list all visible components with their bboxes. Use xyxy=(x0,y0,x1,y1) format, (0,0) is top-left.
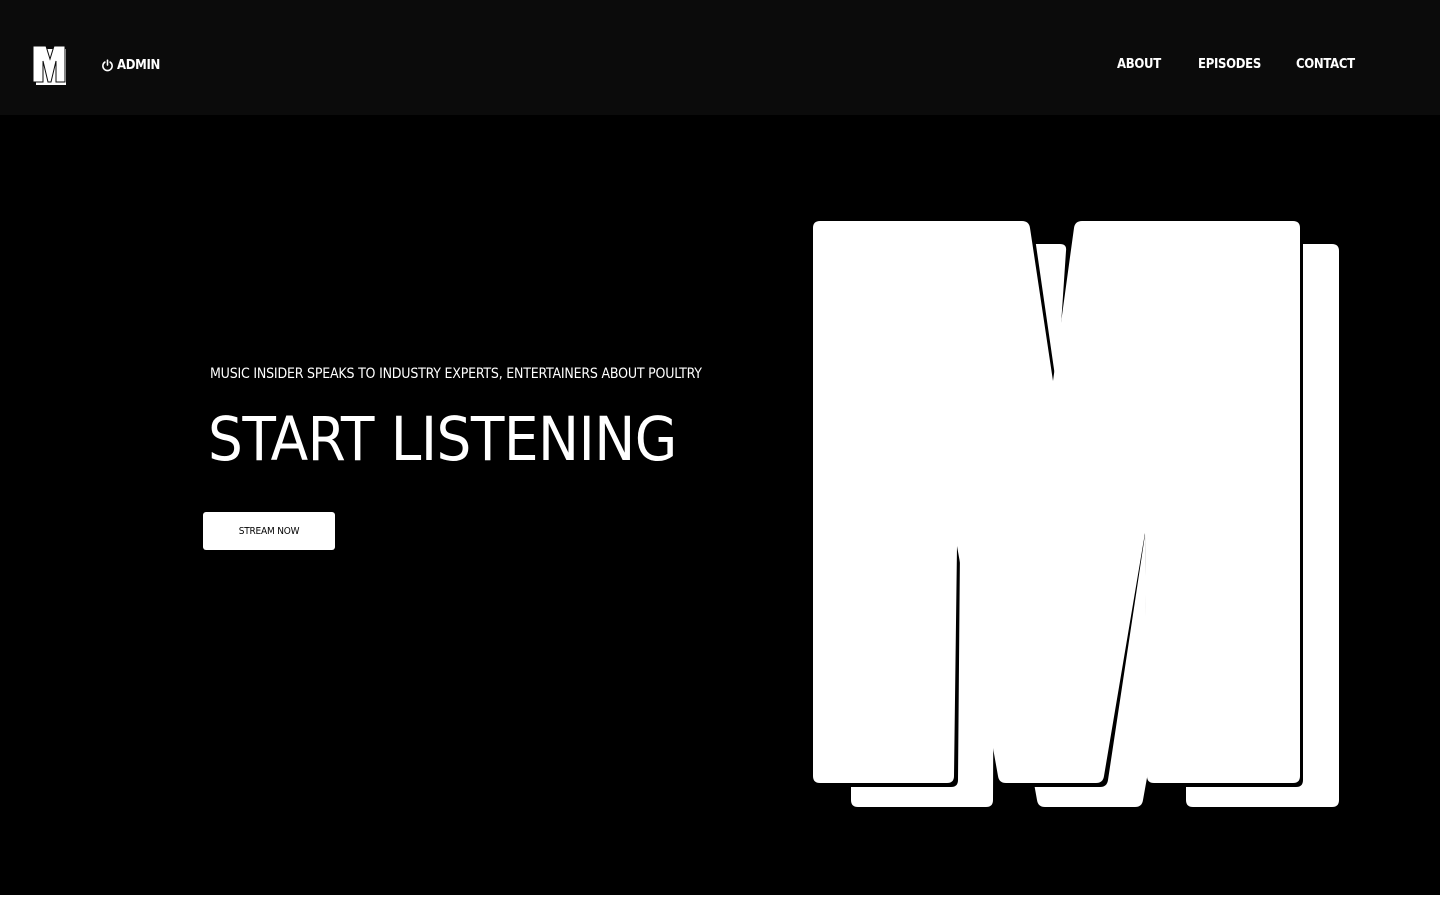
nav-about[interactable]: ABOUT xyxy=(1117,55,1161,75)
nav-episodes[interactable]: EPISODES xyxy=(1198,55,1261,75)
stream-now-button[interactable]: STREAM NOW xyxy=(203,512,335,550)
page: ADMIN ABOUT EPISODES CONTACT MUSIC INSID… xyxy=(0,0,1440,895)
admin-link[interactable]: ADMIN xyxy=(101,55,160,75)
large-m-illustration xyxy=(813,221,1339,807)
nav-contact[interactable]: CONTACT xyxy=(1296,55,1355,75)
admin-label: ADMIN xyxy=(117,57,161,73)
hero-headline: START LISTENING xyxy=(208,404,677,475)
hero-tagline: MUSIC INSIDER SPEAKS TO INDUSTRY EXPERTS… xyxy=(210,366,702,382)
top-navigation-bar: ADMIN ABOUT EPISODES CONTACT xyxy=(0,0,1440,115)
power-icon xyxy=(102,58,113,71)
m-logo[interactable] xyxy=(32,45,68,87)
